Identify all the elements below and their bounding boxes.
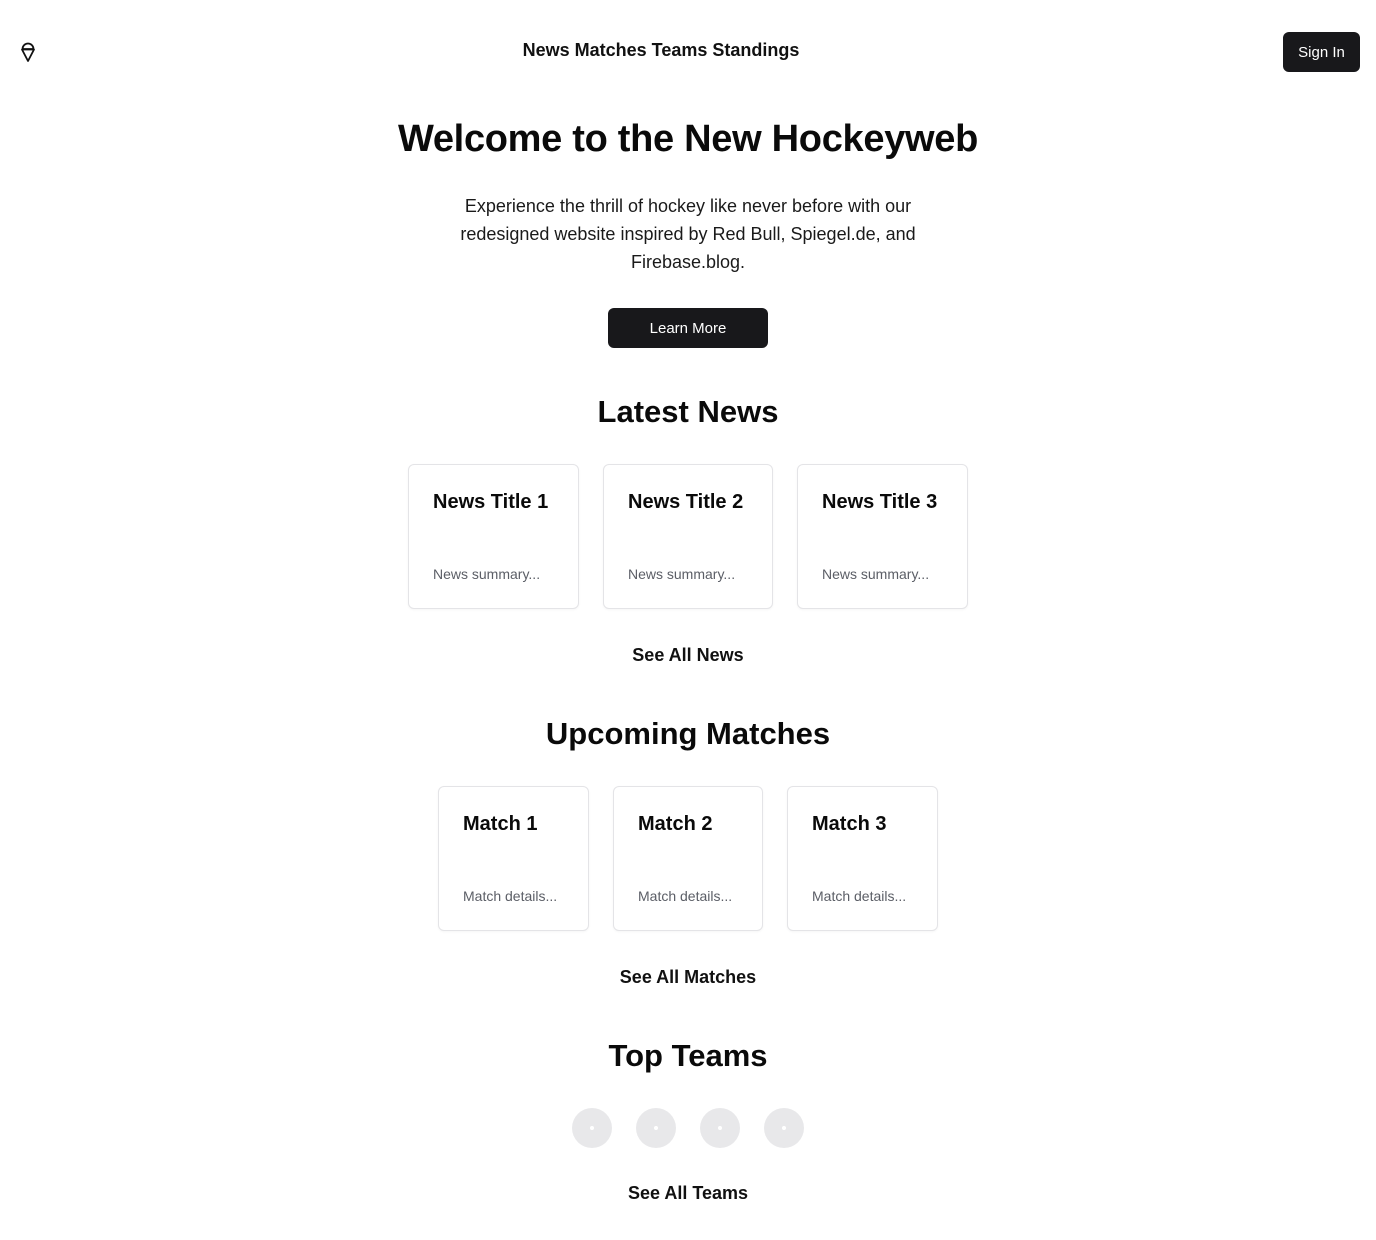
learn-more-button[interactable]: Learn More — [608, 308, 768, 348]
see-all-matches: See All Matches — [0, 967, 1376, 988]
hero-description: Experience the thrill of hockey like nev… — [460, 196, 916, 272]
match-card-details: Match details... — [463, 888, 558, 904]
match-card[interactable]: Match 2 Match details... — [613, 786, 763, 931]
sign-in-button[interactable]: Sign In — [1283, 32, 1360, 72]
news-card[interactable]: News Title 1 News summary... — [408, 464, 579, 609]
team-avatar[interactable] — [700, 1108, 740, 1148]
see-all-teams-link[interactable]: See All Teams — [628, 1183, 748, 1203]
team-avatar[interactable] — [572, 1108, 612, 1148]
main-nav: News Matches Teams Standings — [0, 40, 1322, 61]
match-card[interactable]: Match 1 Match details... — [438, 786, 589, 931]
latest-news-heading: Latest News — [597, 394, 779, 429]
match-card-title: Match 2 — [638, 813, 713, 835]
match-card-title: Match 3 — [812, 813, 887, 835]
match-card-details: Match details... — [812, 888, 907, 904]
news-card-summary: News summary... — [822, 566, 930, 582]
hero-title: Welcome to the New Hockeyweb — [397, 118, 979, 160]
team-avatar[interactable] — [636, 1108, 676, 1148]
news-card-summary: News summary... — [433, 566, 541, 582]
news-card-title: News Title 3 — [822, 491, 938, 513]
news-card-title: News Title 1 — [433, 491, 549, 513]
see-all-news-link[interactable]: See All News — [632, 645, 743, 665]
nav-link-standings[interactable]: Standings — [712, 40, 799, 60]
news-card-title: News Title 2 — [628, 491, 744, 513]
see-all-teams: See All Teams — [0, 1183, 1376, 1204]
news-card[interactable]: News Title 3 News summary... — [797, 464, 968, 609]
match-card-details: Match details... — [638, 888, 733, 904]
nav-link-news[interactable]: News — [523, 40, 570, 60]
see-all-news: See All News — [0, 645, 1376, 666]
team-avatar[interactable] — [764, 1108, 804, 1148]
site-header: News Matches Teams Standings Sign In — [0, 0, 1376, 104]
upcoming-matches-heading: Upcoming Matches — [545, 716, 831, 751]
match-card[interactable]: Match 3 Match details... — [787, 786, 938, 931]
news-card-summary: News summary... — [628, 566, 736, 582]
see-all-matches-link[interactable]: See All Matches — [620, 967, 756, 987]
nav-link-matches[interactable]: Matches — [575, 40, 647, 60]
top-teams-heading: Top Teams — [608, 1038, 768, 1073]
match-card-title: Match 1 — [463, 813, 538, 835]
nav-link-teams[interactable]: Teams — [652, 40, 708, 60]
news-card[interactable]: News Title 2 News summary... — [603, 464, 773, 609]
